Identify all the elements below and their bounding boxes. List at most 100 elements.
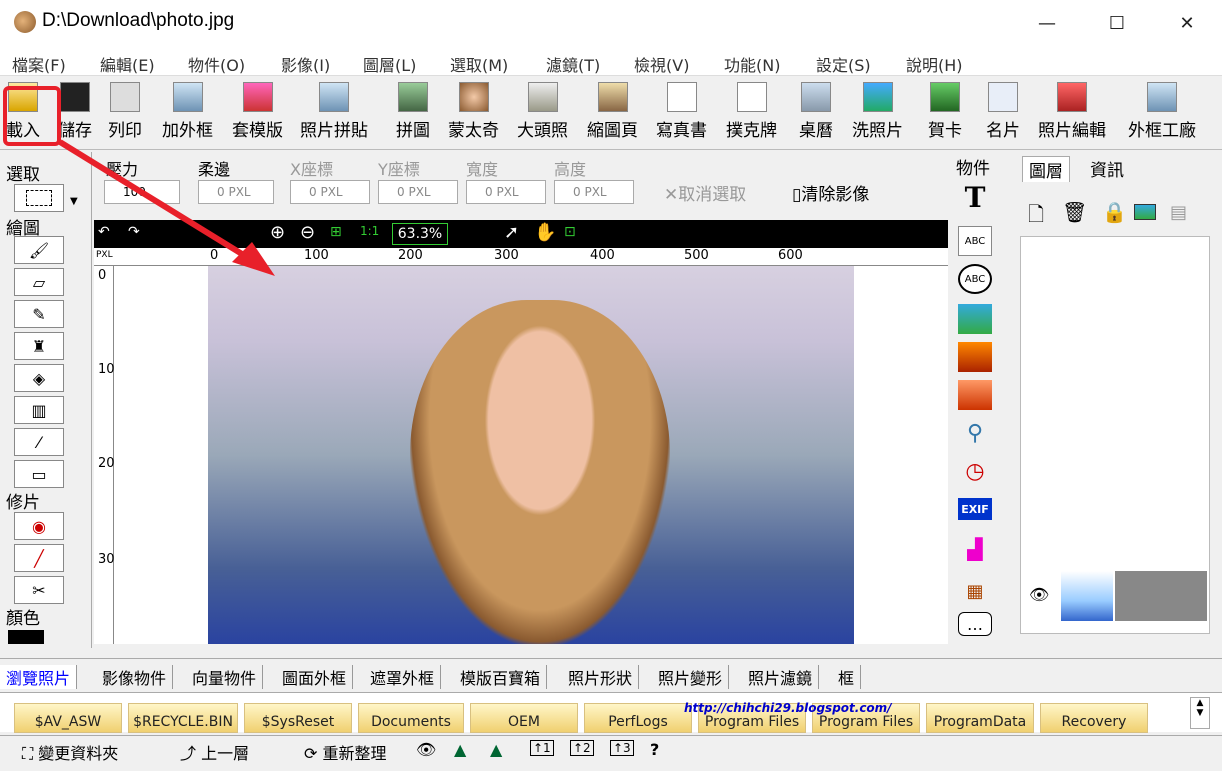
- menu-settings[interactable]: 設定(S): [816, 52, 871, 76]
- greeting-card-button[interactable]: 賀卡: [928, 82, 962, 141]
- balloon-text-icon[interactable]: ABC: [958, 264, 992, 294]
- eraser-tool[interactable]: ▱: [14, 268, 64, 296]
- crop-icon[interactable]: ⊡: [564, 224, 576, 240]
- fill-tool[interactable]: ◈: [14, 364, 64, 392]
- tab-canvas-frames[interactable]: 圖面外框: [276, 665, 354, 689]
- menu-edit[interactable]: 編輯(E): [100, 52, 155, 76]
- image-layer-icon[interactable]: [1134, 204, 1156, 220]
- minimize-button[interactable]: —: [1024, 0, 1070, 46]
- id-photo-button[interactable]: 大頭照: [517, 82, 568, 141]
- close-button[interactable]: ✕: [1164, 0, 1210, 46]
- tab-frame[interactable]: 框: [832, 665, 862, 689]
- tab-browse-photos[interactable]: 瀏覽照片: [0, 665, 78, 689]
- business-card-button[interactable]: 名片: [986, 82, 1020, 141]
- shape-tool[interactable]: ▭: [14, 460, 64, 488]
- folder-item[interactable]: PerfLogs: [584, 703, 692, 733]
- menu-object[interactable]: 物件(O): [188, 52, 245, 76]
- menu-help[interactable]: 說明(H): [906, 52, 963, 76]
- up-level-button[interactable]: ⤴ 上一層: [180, 740, 249, 764]
- new-layer-icon[interactable]: 🗋: [1028, 200, 1044, 234]
- photo-book-button[interactable]: 寫真書: [656, 82, 707, 141]
- speech-bubble-icon[interactable]: …: [958, 612, 992, 636]
- view-mode-2-icon[interactable]: ↑2: [570, 740, 594, 756]
- cake-icon[interactable]: ▟: [958, 534, 992, 564]
- pencil-tool[interactable]: ✎: [14, 300, 64, 328]
- chevron-down-icon[interactable]: ▼: [70, 196, 78, 207]
- montage-button[interactable]: 蒙太奇: [448, 82, 499, 141]
- collage-button[interactable]: 照片拼貼: [300, 82, 368, 141]
- zoom-out-icon[interactable]: ⊖: [300, 222, 315, 243]
- tab-image-objects[interactable]: 影像物件: [96, 665, 174, 689]
- visibility-eye-icon[interactable]: 👁: [1029, 585, 1049, 604]
- image-object-icon[interactable]: [958, 304, 992, 334]
- brush-tool[interactable]: 🖌: [14, 236, 64, 264]
- pressure-input[interactable]: 100: [104, 180, 180, 204]
- help-button[interactable]: ?: [650, 740, 659, 759]
- text-box-icon[interactable]: ABC: [958, 226, 992, 256]
- folder-item[interactable]: OEM: [470, 703, 578, 733]
- folder-item[interactable]: Recovery: [1040, 703, 1148, 733]
- tab-template-box[interactable]: 模版百寶箱: [454, 665, 548, 689]
- menu-function[interactable]: 功能(N): [724, 52, 780, 76]
- view-mode-3-icon[interactable]: ↑3: [610, 740, 634, 756]
- preview-eye-icon[interactable]: 👁: [416, 740, 436, 759]
- thumbnail-page-button[interactable]: 縮圖頁: [587, 82, 638, 141]
- red-eye-tool[interactable]: ◉: [14, 512, 64, 540]
- retouch-brush-tool[interactable]: ╱: [14, 544, 64, 572]
- print-button[interactable]: 列印: [108, 82, 142, 141]
- trash-icon[interactable]: 🗑: [1062, 200, 1087, 224]
- folder-item[interactable]: $SysReset: [244, 703, 352, 733]
- stamp-tool[interactable]: ♜: [14, 332, 64, 360]
- tab-photo-shape[interactable]: 照片形狀: [562, 665, 640, 689]
- frame-factory-button[interactable]: 外框工廠: [1128, 82, 1196, 141]
- feather-input[interactable]: 0 PXL: [198, 180, 274, 204]
- text-object-icon[interactable]: T: [958, 181, 992, 214]
- magnifier-icon[interactable]: ⚲: [958, 418, 992, 448]
- clear-image-button[interactable]: ▯清除影像: [792, 180, 869, 205]
- layer-thumbnail[interactable]: [1061, 571, 1113, 621]
- tab-photo-transform[interactable]: 照片變形: [652, 665, 730, 689]
- poker-button[interactable]: 撲克牌: [726, 82, 777, 141]
- menu-select[interactable]: 選取(M): [450, 52, 508, 76]
- folder-item[interactable]: $RECYCLE.BIN: [128, 703, 238, 733]
- view-mode-1-icon[interactable]: ↑1: [530, 740, 554, 756]
- lock-icon[interactable]: 🔒: [1102, 200, 1127, 224]
- puzzle-button[interactable]: 拼圖: [396, 82, 430, 141]
- calendar-object-icon[interactable]: ▦: [958, 576, 992, 606]
- cancel-select-button[interactable]: ✕取消選取: [664, 180, 746, 205]
- folder-item[interactable]: ProgramData: [926, 703, 1034, 733]
- width-input[interactable]: 0 PXL: [466, 180, 546, 204]
- actual-size-icon[interactable]: 1:1: [360, 224, 379, 238]
- tab-photo-filter[interactable]: 照片濾鏡: [742, 665, 820, 689]
- eyedropper-tool[interactable]: ⁄: [14, 428, 64, 456]
- hand-icon[interactable]: ✋: [534, 222, 556, 243]
- folder-item[interactable]: Documents: [358, 703, 464, 733]
- menu-file[interactable]: 檔案(F): [12, 52, 66, 76]
- menu-view[interactable]: 檢視(V): [634, 52, 689, 76]
- tab-layers[interactable]: 圖層: [1022, 156, 1070, 182]
- cutout-tool[interactable]: ✂: [14, 576, 64, 604]
- fit-icon[interactable]: ⊞: [330, 224, 342, 240]
- refresh-button[interactable]: ⟳ 重新整理: [304, 740, 387, 764]
- color-swatch[interactable]: [8, 630, 44, 644]
- folder-item[interactable]: $AV_ASW: [14, 703, 122, 733]
- clock-icon[interactable]: ◷: [958, 456, 992, 486]
- sort-asc-icon[interactable]: ▲: [454, 740, 466, 759]
- undo-icon[interactable]: ↶: [98, 224, 110, 240]
- save-button[interactable]: 儲存: [58, 82, 92, 141]
- calendar-button[interactable]: 桌曆: [799, 82, 833, 141]
- sort-desc-icon[interactable]: ▲: [490, 740, 502, 759]
- height-input[interactable]: 0 PXL: [554, 180, 634, 204]
- menu-layer[interactable]: 圖層(L): [363, 52, 416, 76]
- maximize-button[interactable]: ☐: [1094, 0, 1140, 46]
- merge-icon[interactable]: ▤: [1170, 202, 1187, 223]
- folder-scrollbar[interactable]: ▲ ▼: [1190, 697, 1210, 729]
- x-input[interactable]: 0 PXL: [290, 180, 370, 204]
- add-frame-button[interactable]: 加外框: [162, 82, 213, 141]
- exif-icon[interactable]: EXIF: [958, 498, 992, 520]
- menu-image[interactable]: 影像(I): [281, 52, 330, 76]
- photo-edit-button[interactable]: 照片編輯: [1038, 82, 1106, 141]
- gradient-tool[interactable]: ▥: [14, 396, 64, 424]
- tab-vector-objects[interactable]: 向量物件: [186, 665, 264, 689]
- tab-info[interactable]: 資訊: [1084, 156, 1130, 181]
